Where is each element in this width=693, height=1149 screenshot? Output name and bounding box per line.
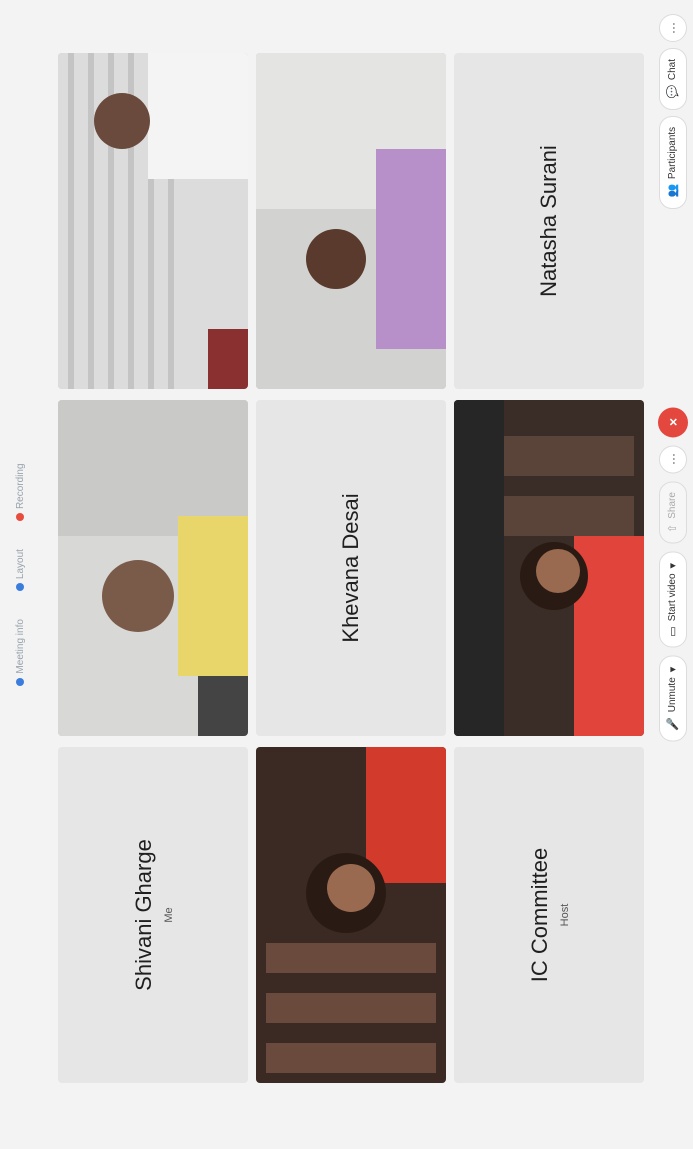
- chat-button[interactable]: 💬 Chat: [658, 48, 687, 110]
- tile-video-1[interactable]: [58, 400, 248, 736]
- participant-video: [256, 747, 446, 1083]
- unmute-label: Unmute: [667, 677, 678, 713]
- people-icon: 👥: [667, 184, 679, 198]
- layout-icon: [16, 583, 24, 592]
- recording-item[interactable]: Recording: [14, 463, 26, 522]
- participants-label: Participants: [667, 126, 678, 180]
- participant-video: [58, 400, 248, 736]
- participants-button[interactable]: 👥 Participants: [658, 115, 687, 209]
- share-button[interactable]: ⇧ Share: [658, 481, 687, 544]
- participant-name: Khevana Desai: [338, 493, 363, 643]
- tile-video-3[interactable]: [256, 747, 446, 1083]
- share-label: Share: [667, 492, 678, 519]
- participant-role: Me: [163, 907, 175, 923]
- more-icon: ···: [665, 22, 680, 34]
- top-bar: Meeting info Layout Recording: [0, 0, 40, 1149]
- participant-name: IC Committee: [527, 847, 552, 983]
- video-grid: Shivani Gharge Me Khevana Desai IC Commi…: [58, 53, 644, 1083]
- participant-label: IC Committee Host: [527, 747, 571, 1083]
- tile-video-5[interactable]: [454, 400, 644, 736]
- record-icon: [16, 513, 24, 522]
- participant-video: [58, 53, 248, 389]
- meeting-window: Meeting info Layout Recording Shivani Gh…: [0, 0, 693, 1149]
- tile-shivani[interactable]: Shivani Gharge Me: [58, 747, 248, 1083]
- participant-name: Shivani Gharge: [131, 839, 156, 991]
- start-video-button[interactable]: ▭ Start video ▾: [658, 551, 687, 648]
- tile-video-4[interactable]: [256, 53, 446, 389]
- recording-label: Recording: [14, 463, 26, 510]
- unmute-button[interactable]: 🎤 Unmute ▾: [658, 655, 687, 742]
- participant-label: Khevana Desai: [338, 400, 364, 736]
- more-icon: ···: [665, 453, 680, 466]
- tile-khevana[interactable]: Khevana Desai: [256, 400, 446, 736]
- participant-label: Shivani Gharge Me: [131, 747, 175, 1083]
- start-video-label: Start video: [667, 573, 678, 622]
- layout-item[interactable]: Layout: [14, 549, 26, 592]
- meeting-info-item[interactable]: Meeting info: [14, 619, 26, 686]
- share-icon: ⇧: [667, 523, 679, 533]
- participant-video: [256, 53, 446, 389]
- tile-video-2[interactable]: [58, 53, 248, 389]
- toolbar-center: 🎤 Unmute ▾ ▭ Start video ▾ ⇧ Share ··· ×: [657, 407, 688, 742]
- chat-label: Chat: [667, 59, 678, 81]
- end-call-button[interactable]: ×: [657, 407, 688, 438]
- chevron-down-icon: ▾: [667, 562, 679, 569]
- close-icon: ×: [664, 417, 681, 427]
- toolbar-right: 👥 Participants 💬 Chat ···: [658, 14, 687, 209]
- layout-label: Layout: [14, 549, 26, 580]
- chevron-down-icon: ▾: [667, 666, 679, 673]
- participant-video: [454, 400, 644, 736]
- tile-natasha[interactable]: Natasha Surani: [454, 53, 644, 389]
- participant-name: Natasha Surani: [536, 145, 561, 297]
- microphone-icon: 🎤: [667, 717, 679, 731]
- meeting-info-label: Meeting info: [14, 619, 26, 674]
- participant-role: Host: [559, 903, 571, 927]
- meeting-toolbar: 🎤 Unmute ▾ ▭ Start video ▾ ⇧ Share ··· ×: [652, 0, 693, 1149]
- tile-ic-committee[interactable]: IC Committee Host: [454, 747, 644, 1083]
- more-options-button[interactable]: ···: [658, 445, 687, 474]
- camera-icon: ▭: [667, 626, 679, 637]
- participant-label: Natasha Surani: [536, 53, 562, 389]
- chat-icon: 💬: [667, 85, 679, 99]
- overflow-button[interactable]: ···: [658, 14, 687, 42]
- info-icon: [16, 677, 24, 686]
